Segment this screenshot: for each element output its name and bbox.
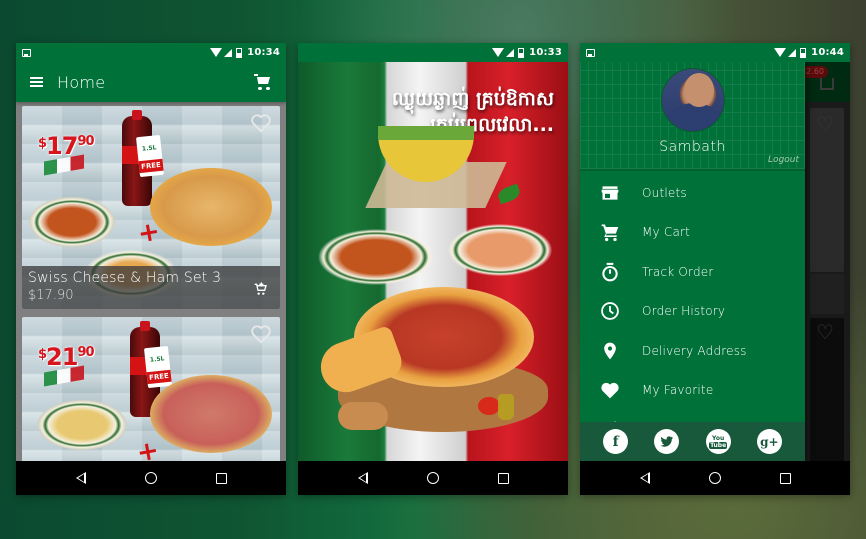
wifi-icon bbox=[774, 48, 787, 57]
pasta-image bbox=[32, 397, 132, 453]
free-drink-tag: 1.5L FREE bbox=[143, 345, 173, 389]
navigation-drawer: Sambath Logout Outlets My Cart Track Ord… bbox=[580, 62, 805, 461]
battery-icon bbox=[236, 47, 243, 58]
product-card: ♡ bbox=[810, 318, 844, 468]
price-badge: $2190 bbox=[38, 343, 95, 371]
heart-icon bbox=[600, 380, 620, 400]
chicken-wings-image bbox=[24, 194, 120, 250]
image-notification-icon bbox=[586, 48, 595, 57]
cart-icon[interactable] bbox=[254, 74, 272, 90]
recent-apps-icon[interactable] bbox=[215, 472, 227, 484]
status-time: 10:33 bbox=[529, 47, 562, 58]
store-icon bbox=[600, 183, 620, 203]
menu-item-my-favorite[interactable]: My Favorite bbox=[580, 371, 805, 411]
pizza-image bbox=[150, 168, 272, 246]
basil-leaf-image bbox=[496, 183, 522, 205]
product-caption: Swiss Cheese & Ham Set 3 $17.90 bbox=[22, 266, 280, 309]
status-bar: 10:34 bbox=[16, 43, 286, 62]
free-drink-tag: 1.5L FREE bbox=[135, 134, 165, 178]
pizza-board-handle bbox=[338, 402, 388, 430]
shrimp-pasta-image bbox=[444, 222, 556, 278]
add-to-cart-icon[interactable] bbox=[252, 281, 268, 295]
product-caption bbox=[810, 274, 844, 314]
pizza-image bbox=[150, 375, 272, 453]
status-bar: 10:33 bbox=[298, 43, 568, 62]
drawer-header: Sambath Logout bbox=[580, 62, 805, 171]
phone-screen-drawer: 10:44 32.60 ♡ ♡ Sambath Logout Outlets M… bbox=[580, 43, 850, 495]
home-icon[interactable] bbox=[144, 472, 157, 484]
tomato-image bbox=[478, 397, 500, 415]
clock-icon bbox=[600, 301, 620, 321]
product-card[interactable]: $2190 1.5L FREE + bbox=[22, 317, 280, 461]
stopwatch-icon bbox=[600, 262, 620, 282]
menu-item-track-order[interactable]: Track Order bbox=[580, 252, 805, 292]
back-icon[interactable] bbox=[639, 472, 650, 484]
hamburger-icon[interactable] bbox=[30, 77, 43, 87]
system-nav-bar bbox=[580, 461, 850, 495]
avatar[interactable] bbox=[661, 68, 725, 132]
menu-item-my-cart[interactable]: My Cart bbox=[580, 213, 805, 253]
menu-item-delivery-address[interactable]: Delivery Address bbox=[580, 331, 805, 371]
app-bar: Home bbox=[16, 62, 286, 102]
google-plus-icon[interactable]: g+ bbox=[756, 429, 782, 454]
olive-oil-image bbox=[498, 394, 514, 420]
product-price: $17.90 bbox=[28, 288, 74, 303]
heart-outline-icon: ♡ bbox=[816, 320, 834, 344]
logout-link[interactable]: Logout bbox=[768, 155, 799, 165]
phone-screen-home: 10:34 Home $1790 1.5L FREE + Swiss Chees… bbox=[16, 43, 286, 495]
cart-icon bbox=[600, 222, 620, 242]
twitter-icon[interactable] bbox=[654, 429, 680, 454]
back-icon[interactable] bbox=[357, 472, 368, 484]
wifi-icon bbox=[210, 48, 223, 57]
menu-item-order-history[interactable]: Order History bbox=[580, 292, 805, 332]
location-pin-icon bbox=[600, 341, 620, 361]
wifi-icon bbox=[492, 48, 505, 57]
product-title: Swiss Cheese & Ham Set 3 bbox=[28, 270, 222, 286]
status-time: 10:44 bbox=[811, 47, 844, 58]
battery-icon bbox=[800, 47, 807, 58]
system-nav-bar bbox=[298, 461, 568, 495]
signal-icon bbox=[788, 48, 797, 57]
recent-apps-icon[interactable] bbox=[779, 472, 791, 484]
recent-apps-icon[interactable] bbox=[497, 472, 509, 484]
battery-icon bbox=[518, 47, 525, 58]
home-icon[interactable] bbox=[426, 472, 439, 484]
slogan-line-1: ឈ្ងុយឆ្ងាញ់ គ្រប់ឱកាស bbox=[391, 88, 554, 110]
cart-icon bbox=[820, 78, 834, 90]
menu-item-outlets[interactable]: Outlets bbox=[580, 173, 805, 213]
back-icon[interactable] bbox=[75, 472, 86, 484]
product-list[interactable]: $1790 1.5L FREE + Swiss Cheese & Ham Set… bbox=[16, 102, 286, 461]
product-card[interactable]: $1790 1.5L FREE + Swiss Cheese & Ham Set… bbox=[22, 106, 280, 309]
heart-outline-icon[interactable] bbox=[250, 324, 272, 344]
facebook-icon[interactable]: f bbox=[603, 429, 629, 454]
status-bar: 10:44 bbox=[580, 43, 850, 62]
status-time: 10:34 bbox=[247, 47, 280, 58]
page-title: Home bbox=[57, 72, 106, 92]
heart-outline-icon: ♡ bbox=[816, 112, 834, 136]
youtube-icon[interactable]: You Tube bbox=[705, 429, 731, 454]
splash-banner: ឈ្ងុយឆ្ងាញ់ គ្រប់ឱកាស គ្រប់ពេលវេលា... bbox=[298, 62, 568, 461]
signal-icon bbox=[224, 48, 233, 57]
phone-screen-splash: 10:33 ឈ្ងុយឆ្ងាញ់ គ្រប់ឱកាស គ្រប់ពេលវេលា… bbox=[298, 43, 568, 495]
home-icon[interactable] bbox=[708, 472, 721, 484]
chicken-wings-image bbox=[314, 227, 438, 287]
signal-icon bbox=[506, 48, 515, 57]
product-card: ♡ bbox=[810, 108, 844, 272]
user-name: Sambath bbox=[659, 139, 726, 155]
heart-outline-icon[interactable] bbox=[250, 113, 272, 133]
system-nav-bar bbox=[16, 461, 286, 495]
menu-item-share-app[interactable]: Share this app bbox=[580, 410, 805, 422]
price-badge: $1790 bbox=[38, 132, 95, 160]
social-links-bar: f You Tube g+ bbox=[580, 422, 805, 461]
image-notification-icon bbox=[22, 48, 31, 57]
drawer-menu: Outlets My Cart Track Order Order Histor… bbox=[580, 173, 805, 422]
